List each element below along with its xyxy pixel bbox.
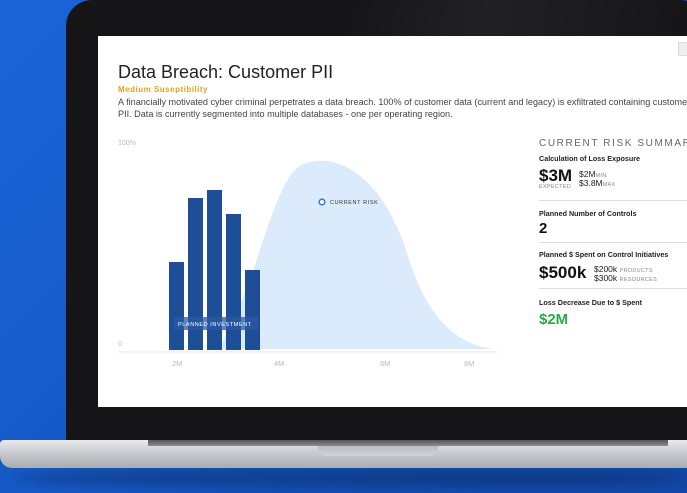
x-tick-label: 2M (172, 359, 183, 368)
divider (539, 200, 687, 201)
controls-value: 2 (539, 220, 548, 237)
current-risk-label: CURRENT RISK (330, 200, 378, 206)
y-axis-bottom-label: 0 (118, 341, 122, 348)
spent-label: Planned $ Spent on Control Initiatives (539, 250, 669, 259)
controls-label: Planned Number of Controls (539, 209, 637, 218)
x-tick-label: 8M (464, 359, 475, 368)
current-risk-marker[interactable] (318, 198, 326, 206)
max-loss-value: $3.8M (579, 178, 603, 188)
resources-label: RESOURCES (619, 277, 658, 283)
expected-label: EXPECTED (539, 184, 572, 190)
resources-spend: $300k RESOURCES (594, 273, 657, 283)
investment-bar (245, 270, 260, 350)
risk-chart: PLANNED INVESTMENT CURRENT RISK (118, 160, 498, 353)
loss-decrease-label: Loss Decrease Due to $ Spent (539, 298, 643, 307)
loss-exposure-label: Calculation of Loss Exposure (539, 154, 641, 163)
expected-loss-value: $3M (539, 166, 573, 185)
resources-value: $300k (594, 273, 618, 283)
max-loss-label: MAX (602, 182, 616, 188)
laptop-screen: Data Breach: Customer PII Medium Susepti… (98, 36, 687, 407)
divider (539, 288, 687, 289)
x-tick-label: 6M (380, 359, 391, 368)
y-axis-top-label: 100% (118, 140, 136, 147)
laptop-lid-shine (340, 0, 687, 40)
laptop-notch (318, 446, 438, 456)
divider (539, 242, 687, 243)
risk-summary-title: CURRENT RISK SUMMARY (539, 138, 687, 149)
spent-value: $500k (539, 263, 587, 282)
investment-bar (169, 262, 184, 350)
laptop-shadow (10, 468, 687, 488)
planned-investment-label: PLANNED INVESTMENT (178, 322, 252, 328)
loss-decrease-value: $2M (539, 311, 569, 328)
max-loss: $3.8MMAX (579, 178, 615, 188)
x-tick-label: 4M (274, 359, 285, 368)
